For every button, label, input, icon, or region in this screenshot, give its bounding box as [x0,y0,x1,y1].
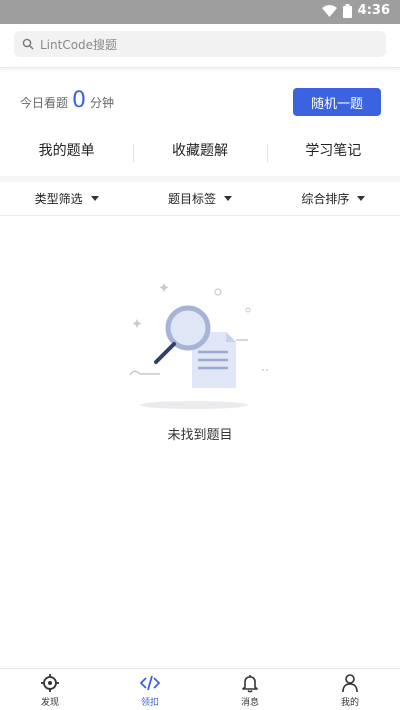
filter-type[interactable]: 类型筛选 [0,190,133,207]
caret-down-icon [224,196,232,201]
search-placeholder: LintCode搜题 [40,37,118,52]
today-study-time: 今日看题 0 分钟 [20,90,114,112]
tab-favorite-solutions[interactable]: 收藏题解 [133,140,266,162]
collection-tabs: 我的题单 收藏题解 学习笔记 [0,134,400,166]
filter-tag[interactable]: 题目标签 [133,190,266,207]
tab-my-list[interactable]: 我的题单 [0,140,133,160]
search-input[interactable]: LintCode搜题 [14,31,386,57]
person-icon [342,674,358,693]
nav-lintcode[interactable]: 领扣 [100,669,200,710]
bell-icon [242,675,258,693]
filter-sort[interactable]: 综合排序 [267,190,400,207]
today-label: 今日看题 [20,96,69,110]
empty-state-text: 未找到题目 [167,428,233,443]
filter-bar: 类型筛选 题目标签 综合排序 [0,182,400,216]
wifi-icon [321,4,337,17]
empty-search-illustration [129,283,270,409]
minutes-unit: 分钟 [90,96,115,110]
status-bar: 4:36 [0,0,400,24]
target-icon [41,674,59,692]
filter-tag-label: 题目标签 [167,192,216,206]
nav-profile-label: 我的 [340,698,359,708]
code-icon [140,675,160,691]
filter-type-label: 类型筛选 [34,192,83,206]
search-icon [22,38,34,50]
caret-down-icon [90,196,99,201]
nav-messages[interactable]: 消息 [200,669,300,710]
random-problem-button[interactable]: 随机一题 [293,88,381,116]
search-header: LintCode搜题 [0,24,400,68]
nav-discover[interactable]: 发现 [0,669,100,710]
battery-icon [342,3,352,18]
nav-discover-label: 发现 [40,698,59,708]
bottom-nav: 发现 领扣 消息 我的 [0,668,400,710]
caret-down-icon [357,196,366,201]
today-minutes: 0 [72,88,87,113]
nav-lintcode-label: 领扣 [140,698,159,708]
nav-profile[interactable]: 我的 [300,669,400,710]
nav-messages-label: 消息 [240,698,259,708]
filter-sort-label: 综合排序 [301,192,350,206]
tab-study-notes[interactable]: 学习笔记 [266,140,400,162]
study-stats: 今日看题 0 分钟 随机一题 [0,84,400,124]
status-icons: 4:36 [321,3,390,18]
status-time: 4:36 [357,3,390,18]
